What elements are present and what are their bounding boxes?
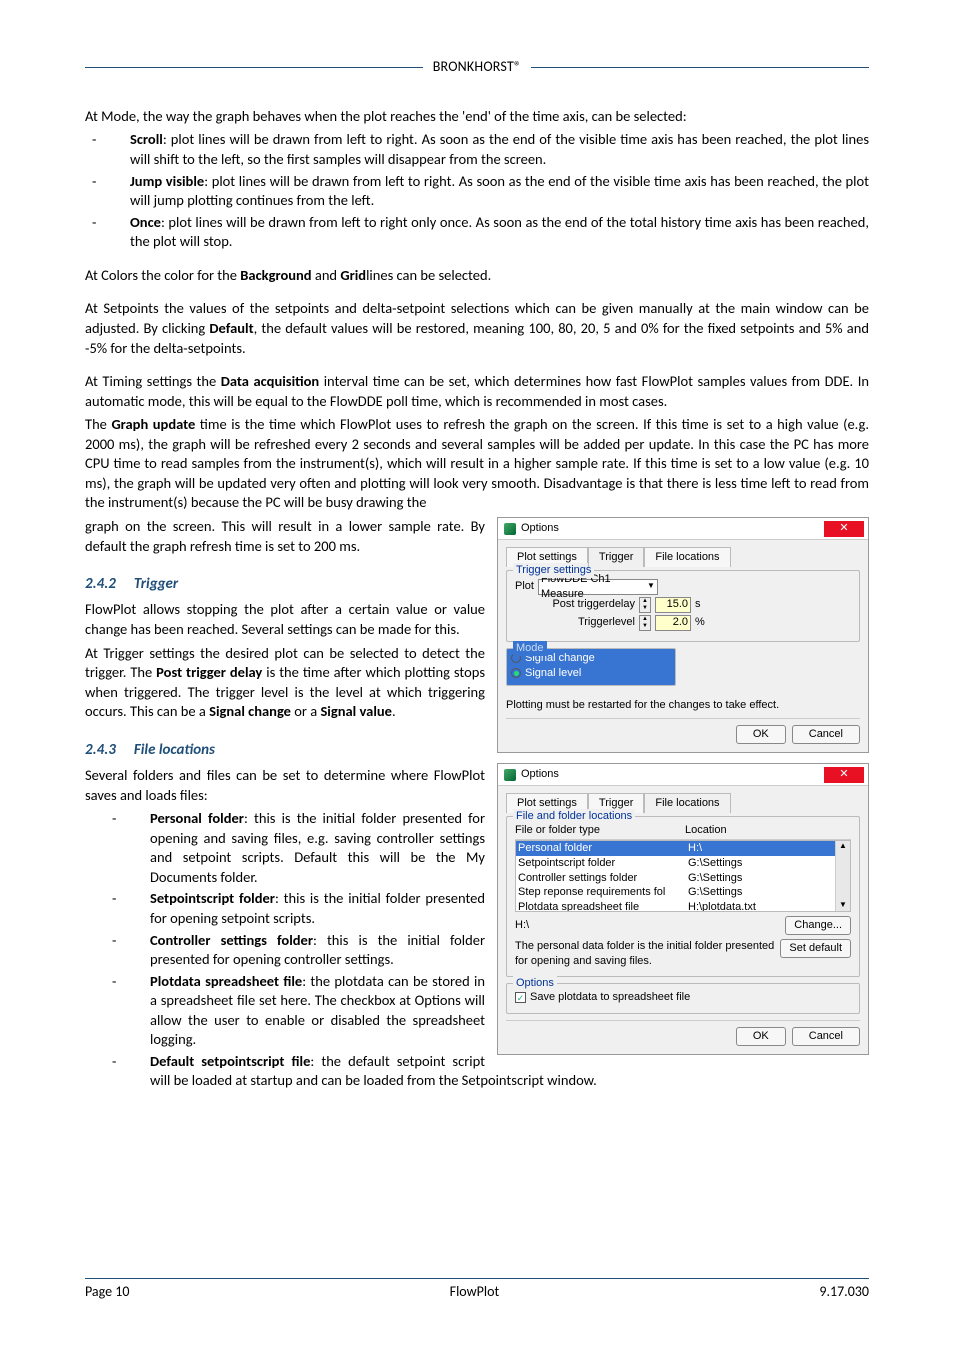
b: Once [130,213,161,231]
ok-button[interactable]: OK [736,725,786,744]
setpoints-para: At Setpoints the values of the setpoints… [85,299,869,358]
tab-file-locations[interactable]: File locations [644,547,730,567]
delay-label: Post triggerdelay [545,597,635,612]
mode-list: Scroll: plot lines will be drawn from le… [85,130,869,251]
app-icon [504,769,516,781]
t: time is the time which FlowPlot uses to … [85,415,869,511]
close-icon[interactable]: ✕ [824,521,864,537]
delay-spinner[interactable]: ▲▼ [639,597,651,613]
t: At Timing settings the [85,372,221,390]
t: and [312,266,341,284]
b: Personal folder [150,809,244,827]
b: Signal change [209,702,291,720]
floated-section: Options ✕ Plot settings Trigger File loc… [85,517,869,1105]
timing-para-1: At Timing settings the Data acquisition … [85,372,869,411]
timing-para-2: The Graph update time is the time which … [85,415,869,513]
heading-num: 2.4.3 [85,741,116,759]
level-unit: % [695,615,705,630]
t: : plot lines will be drawn from left to … [130,130,869,168]
group-legend: Trigger settings [513,563,594,578]
dialog-title: Options [521,767,559,782]
mode-item-jump: Jump visible: plot lines will be drawn f… [130,172,869,211]
file-item-setpoint: Setpointscript folder: this is the initi… [150,889,869,928]
radio-signal-level[interactable]: Signal level [511,666,671,681]
b: Default [209,319,253,337]
t: lines can be selected. [366,266,491,284]
footer-version: 9.17.030 [819,1283,869,1302]
t: : plot lines will be drawn from left to … [130,172,869,210]
level-label: Triggerlevel [545,615,635,630]
chevron-down-icon: ▼ [647,581,655,592]
titlebar[interactable]: Options ✕ [498,518,868,540]
file-item-plotdata: Plotdata spreadsheet file: the plotdata … [150,972,869,1050]
heading-num: 2.4.2 [85,575,116,593]
page-header: BRONKHORST® [85,58,869,77]
mode-group: Mode Signal change Signal level [506,648,676,686]
b: Jump visible [130,172,204,190]
app-icon [504,523,516,535]
cancel-button[interactable]: Cancel [792,725,860,744]
file-item-controller: Controller settings folder: this is the … [150,931,869,970]
b: Scroll [130,130,163,148]
file-item-personal: Personal folder: this is the initial fol… [150,809,869,887]
radio-icon [511,668,521,678]
delay-unit: s [695,597,701,612]
b: Setpointscript folder [150,889,275,907]
footer-title: FlowPlot [450,1283,500,1302]
restart-note: Plotting must be restarted for the chang… [506,698,860,713]
b: Plotdata spreadsheet file [150,972,302,990]
level-input[interactable]: 2.0 [655,615,691,631]
b: Data acquisition [221,372,319,390]
delay-input[interactable]: 15.0 [655,597,691,613]
close-icon[interactable]: ✕ [824,767,864,783]
heading-title: File locations [134,741,215,759]
mode-intro: At Mode, the way the graph behaves when … [85,107,869,127]
files-list: Personal folder: this is the initial fol… [85,809,869,1091]
t: At Colors the color for the [85,266,240,284]
heading-title: Trigger [134,575,178,593]
plot-combo[interactable]: FlowDDE Ch1 Measure▼ [538,579,658,595]
t: The [85,415,111,433]
mode-item-scroll: Scroll: plot lines will be drawn from le… [130,130,869,169]
b: Graph update [111,415,195,433]
group-legend: Mode [513,641,547,656]
level-spinner[interactable]: ▲▼ [639,615,651,631]
header-rule-left [85,67,423,68]
radio-label: Signal level [525,666,581,681]
tab-trigger[interactable]: Trigger [588,547,644,567]
mode-item-once: Once: plot lines will be drawn from left… [130,213,869,252]
footer-page: Page 10 [85,1283,129,1302]
header-rule-right [531,67,869,68]
t: . [392,702,396,720]
t: or a [291,702,320,720]
plot-label: Plot [515,579,534,594]
file-item-default-script: Default setpointscript file: the default… [150,1052,869,1091]
page-footer: Page 10 FlowPlot 9.17.030 [85,1278,869,1302]
b: Default setpointscript file [150,1052,310,1070]
titlebar[interactable]: Options ✕ [498,764,868,786]
b: Post trigger delay [156,663,262,681]
b: Signal value [320,702,392,720]
tab-file-locations[interactable]: File locations [644,793,730,813]
b: Background [240,266,311,284]
dialog-title: Options [521,521,559,536]
b: Grid [340,266,366,284]
trigger-settings-group: Trigger settings Plot FlowDDE Ch1 Measur… [506,570,860,642]
t: : plot lines will be drawn from left to … [130,213,869,251]
brand-label: BRONKHORST® [433,58,522,77]
options-dialog-trigger: Options ✕ Plot settings Trigger File loc… [497,517,869,753]
colors-para: At Colors the color for the Background a… [85,266,869,286]
b: Controller settings folder [150,931,313,949]
